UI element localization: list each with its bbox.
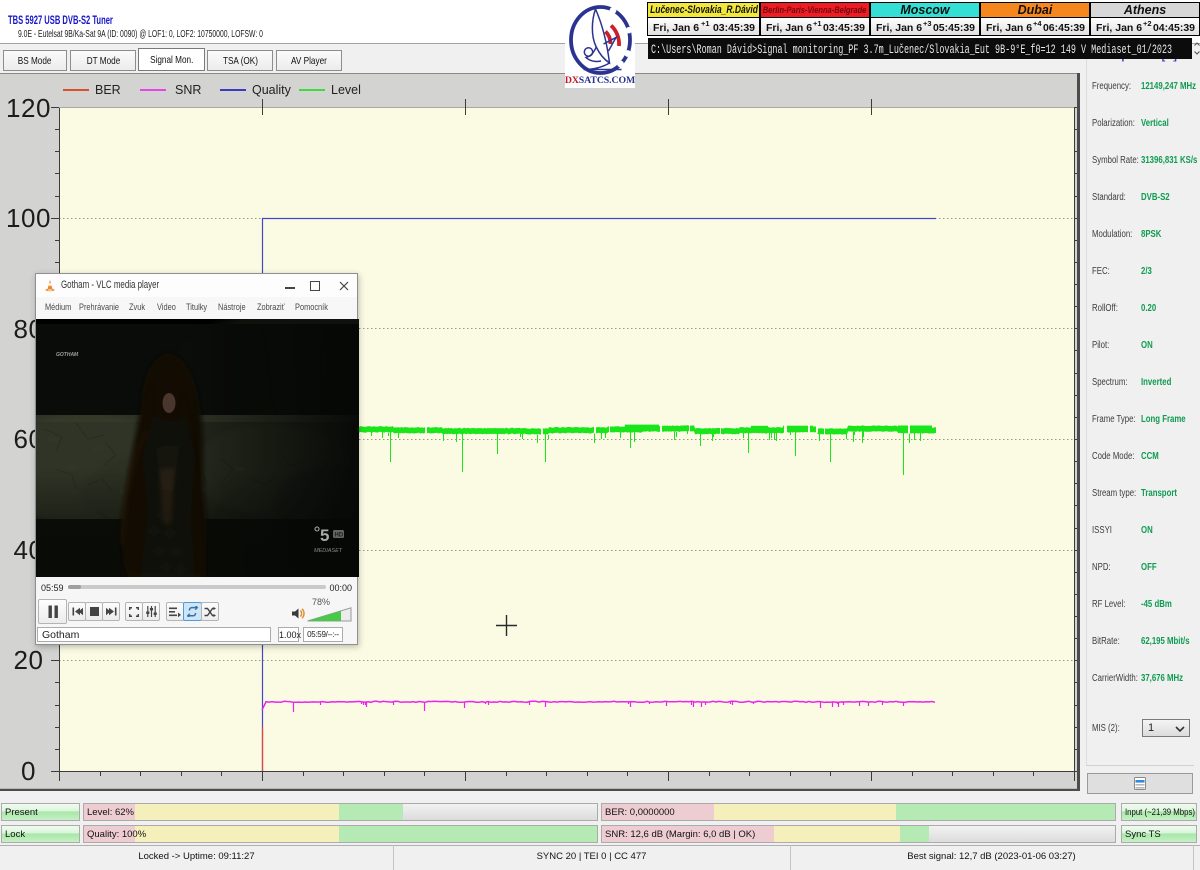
svg-text:MEDIASET: MEDIASET: [314, 548, 343, 554]
svg-text:GOTHAM: GOTHAM: [56, 352, 79, 358]
svg-text:5: 5: [320, 526, 329, 545]
svg-text:HD: HD: [335, 533, 344, 539]
svg-text:DXSATCS.COM: DXSATCS.COM: [565, 75, 635, 86]
